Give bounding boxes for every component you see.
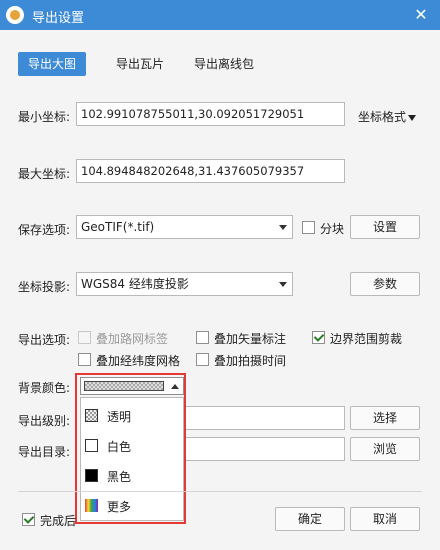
- tile-checkbox[interactable]: [302, 221, 315, 234]
- after-complete-checkbox[interactable]: [22, 513, 35, 526]
- lat-lon-grid-label: 叠加经纬度网格: [96, 354, 181, 368]
- road-labels-label: 叠加路网标签: [96, 332, 169, 346]
- settings-button[interactable]: 设置: [350, 215, 420, 239]
- tab-export-image[interactable]: 导出大图: [18, 52, 87, 76]
- max-coord-input[interactable]: 104.894848202648,31.437605079357: [76, 159, 345, 183]
- coord-format-dropdown[interactable]: 坐标格式: [358, 108, 417, 125]
- background-color-dropdown: 透明 白色 黑色 更多: [80, 397, 184, 521]
- color-option-label: 透明: [107, 410, 132, 424]
- export-level-input[interactable]: [180, 406, 345, 430]
- tile-checkbox-label: 分块: [320, 222, 345, 236]
- color-option-black[interactable]: 黑色: [81, 460, 183, 490]
- color-option-transparent[interactable]: 透明: [81, 400, 183, 430]
- after-complete-label: 完成后: [40, 514, 77, 528]
- ok-button[interactable]: 确定: [275, 507, 345, 531]
- coord-format-label: 坐标格式: [358, 110, 407, 124]
- vector-labels-label: 叠加矢量标注: [214, 332, 287, 346]
- min-coord-label: 最小坐标:: [18, 110, 71, 124]
- color-palette-icon: [85, 499, 98, 512]
- divider: [18, 491, 422, 492]
- color-option-more[interactable]: 更多: [81, 490, 183, 520]
- transparent-swatch: [84, 381, 164, 391]
- export-directory-label: 导出目录:: [18, 445, 71, 459]
- projection-value: WGS84 经纬度投影: [81, 277, 189, 291]
- projection-select[interactable]: WGS84 经纬度投影: [76, 272, 293, 296]
- background-color-select[interactable]: [80, 377, 184, 395]
- white-swatch-icon: [85, 439, 98, 452]
- background-color-label: 背景颜色:: [18, 381, 71, 395]
- params-button[interactable]: 参数: [350, 272, 420, 296]
- lat-lon-grid-checkbox[interactable]: [78, 353, 91, 366]
- caret-up-icon: [171, 384, 179, 389]
- chevron-down-icon: [279, 225, 287, 230]
- cancel-button[interactable]: 取消: [350, 507, 420, 531]
- tab-export-tiles[interactable]: 导出瓦片: [106, 52, 174, 76]
- browse-button[interactable]: 浏览: [350, 437, 420, 461]
- min-coord-input[interactable]: 102.991078755011,30.092051729051: [76, 102, 345, 126]
- title-bar: 导出设置 ✕: [0, 0, 440, 30]
- projection-label: 坐标投影:: [18, 280, 71, 294]
- boundary-clip-checkbox[interactable]: [312, 331, 325, 344]
- export-level-label: 导出级别:: [18, 414, 71, 428]
- close-icon[interactable]: ✕: [410, 4, 432, 26]
- road-labels-checkbox[interactable]: [78, 331, 91, 344]
- max-coord-label: 最大坐标:: [18, 167, 71, 181]
- color-option-label: 黑色: [107, 470, 132, 484]
- color-option-white[interactable]: 白色: [81, 430, 183, 460]
- caret-down-icon: [408, 114, 417, 121]
- vector-labels-checkbox[interactable]: [196, 331, 209, 344]
- window-title: 导出设置: [32, 11, 85, 26]
- export-directory-input[interactable]: [180, 437, 345, 461]
- tab-export-offline-package[interactable]: 导出离线包: [184, 52, 264, 76]
- select-button[interactable]: 选择: [350, 406, 420, 430]
- transparent-swatch-icon: [85, 409, 98, 422]
- save-format-select[interactable]: GeoTIF(*.tif): [76, 215, 293, 239]
- chevron-down-icon: [279, 282, 287, 287]
- color-option-label: 白色: [107, 440, 132, 454]
- app-logo-icon: [6, 6, 24, 24]
- capture-time-checkbox[interactable]: [196, 353, 209, 366]
- export-options-label: 导出选项:: [18, 333, 71, 347]
- color-option-label: 更多: [107, 500, 132, 514]
- boundary-clip-label: 边界范围剪裁: [330, 332, 403, 346]
- save-format-value: GeoTIF(*.tif): [81, 220, 155, 234]
- capture-time-label: 叠加拍摄时间: [214, 354, 287, 368]
- save-option-label: 保存选项:: [18, 223, 71, 237]
- black-swatch-icon: [85, 469, 98, 482]
